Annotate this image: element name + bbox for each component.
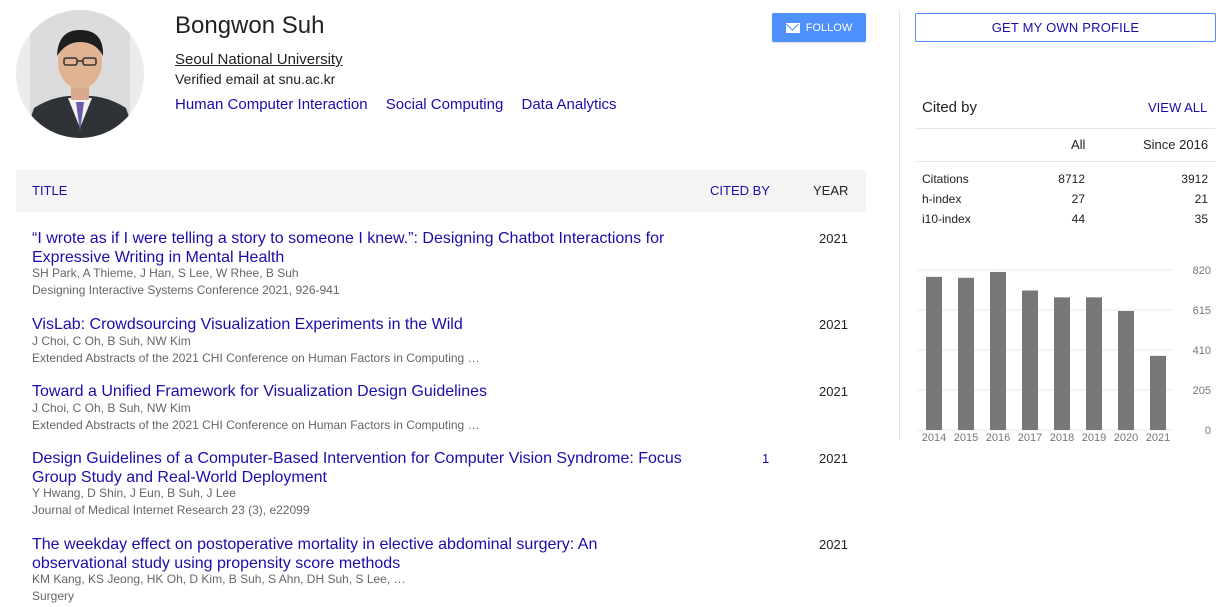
article-year: 2021 [819, 451, 848, 466]
x-tick-label: 2021 [1146, 432, 1170, 444]
bar-2015[interactable] [958, 277, 974, 430]
article-authors: J Choi, C Oh, B Suh, NW Kim [32, 401, 191, 415]
article-year: 2021 [819, 384, 848, 399]
follow-label: FOLLOW [805, 21, 853, 34]
bar-2018[interactable] [1054, 297, 1070, 430]
article-title[interactable]: Design Guidelines of a Computer-Based In… [32, 449, 692, 487]
stat-all: 44 [1071, 212, 1085, 226]
get-my-own-profile-button[interactable]: GET MY OWN PROFILE [915, 13, 1216, 42]
mail-icon [785, 22, 800, 33]
sort-by-title[interactable]: TITLE [32, 183, 67, 198]
article-title[interactable]: VisLab: Crowdsourcing Visualization Expe… [32, 315, 692, 334]
stats-row-i10-index: i10-index 44 35 [922, 212, 1208, 230]
y-tick-label: 0 [1205, 425, 1211, 437]
affiliation-link[interactable]: Seoul National University [175, 51, 343, 68]
stat-all: 27 [1071, 192, 1085, 206]
bar-2021[interactable] [1150, 355, 1166, 430]
y-tick-label: 615 [1193, 305, 1211, 317]
article-cited-by[interactable]: 1 [762, 451, 769, 466]
stat-since: 21 [1194, 192, 1208, 206]
x-tick-label: 2017 [1018, 432, 1042, 444]
stats-col-since: Since 2016 [1143, 137, 1209, 152]
x-tick-label: 2015 [954, 432, 978, 444]
article-authors: J Choi, C Oh, B Suh, NW Kim [32, 334, 191, 348]
y-tick-label: 410 [1193, 345, 1211, 357]
stat-all: 8712 [1058, 172, 1085, 186]
stats-row-citations: Citations 8712 3912 [922, 172, 1208, 190]
article-authors: SH Park, A Thieme, J Han, S Lee, W Rhee,… [32, 266, 299, 280]
article-title[interactable]: Toward a Unified Framework for Visualiza… [32, 382, 692, 401]
bar-2019[interactable] [1086, 297, 1102, 430]
profile-name: Bongwon Suh [175, 12, 325, 39]
divider [915, 161, 1215, 162]
x-tick-label: 2020 [1114, 432, 1138, 444]
article-authors: KM Kang, KS Jeong, HK Oh, D Kim, B Suh, … [32, 572, 406, 586]
articles-table-header: TITLE CITED BY YEAR [16, 170, 866, 212]
article-venue: Surgery [32, 589, 75, 603]
y-tick-label: 205 [1193, 385, 1211, 397]
article-year: 2021 [819, 537, 848, 552]
x-tick-label: 2018 [1050, 432, 1074, 444]
divider [915, 128, 1215, 129]
citations-per-year-chart: 820 615 410 205 0 2014 2015 2016 2017 2018 2019 202… [917, 265, 1211, 444]
bar-2020[interactable] [1118, 310, 1134, 430]
research-interests: Human Computer Interaction Social Comput… [175, 96, 631, 113]
stat-label: i10-index [922, 212, 971, 226]
article-venue: Extended Abstracts of the 2021 CHI Confe… [32, 418, 480, 432]
bar-2016[interactable] [990, 271, 1006, 430]
x-tick-label: 2014 [922, 432, 946, 444]
stats-row-h-index: h-index 27 21 [922, 192, 1208, 210]
article-title[interactable]: “I wrote as if I were telling a story to… [32, 229, 692, 267]
article-year: 2021 [819, 317, 848, 332]
interest-link[interactable]: Social Computing [386, 96, 504, 113]
article-authors: Y Hwang, D Shin, J Eun, B Suh, J Lee [32, 486, 236, 500]
view-all-link[interactable]: VIEW ALL [1148, 100, 1207, 115]
sort-by-cited[interactable]: CITED BY [710, 183, 770, 198]
stat-since: 3912 [1181, 172, 1208, 186]
stat-label: Citations [922, 172, 969, 186]
bar-2014[interactable] [926, 276, 942, 430]
interest-link[interactable]: Data Analytics [522, 96, 617, 113]
stat-label: h-index [922, 192, 962, 206]
follow-button[interactable]: FOLLOW [772, 13, 866, 42]
column-divider [899, 10, 900, 440]
x-tick-label: 2019 [1082, 432, 1106, 444]
bar-2017[interactable] [1022, 290, 1038, 430]
cited-by-title: Cited by [922, 99, 978, 116]
y-tick-label: 820 [1193, 265, 1211, 277]
interest-link[interactable]: Human Computer Interaction [175, 96, 368, 113]
sort-by-year[interactable]: YEAR [813, 183, 848, 198]
article-venue: Extended Abstracts of the 2021 CHI Confe… [32, 351, 480, 365]
profile-photo [16, 10, 144, 138]
article-venue: Designing Interactive Systems Conference… [32, 283, 340, 297]
stat-since: 35 [1194, 212, 1208, 226]
verified-email: Verified email at snu.ac.kr [175, 71, 336, 87]
stats-col-all: All [1071, 137, 1086, 152]
article-venue: Journal of Medical Internet Research 23 … [32, 503, 310, 517]
article-year: 2021 [819, 231, 848, 246]
x-tick-label: 2016 [986, 432, 1010, 444]
article-title[interactable]: The weekday effect on postoperative mort… [32, 535, 692, 573]
